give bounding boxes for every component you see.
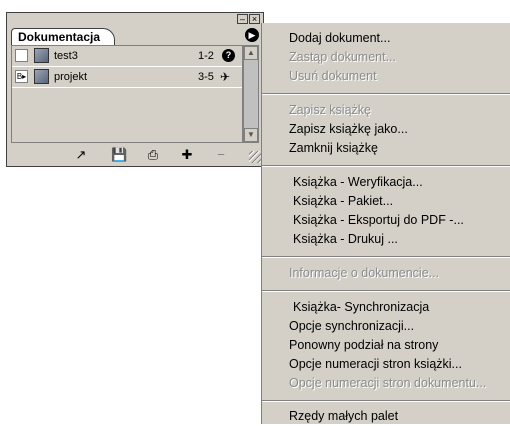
menu-item-replace-document: Zastąp dokument... — [289, 50, 397, 64]
book-palette: – × Dokumentacja ▶ test3 1-2 ? B▸ projek… — [6, 12, 264, 167]
menu-item-print[interactable]: Książka - Drukuj ... — [262, 230, 510, 249]
menu-item-sync-options[interactable]: Opcje synchronizacji... — [262, 317, 510, 336]
scroll-up-icon[interactable]: ▲ — [244, 46, 258, 60]
page-range: 1-2 — [198, 50, 214, 62]
palette-toolbar: ↗ 💾 ⎙ ✚ − — [7, 145, 263, 165]
menu-item-book-page-numbering[interactable]: Opcje numeracji stron książki... — [262, 355, 510, 374]
menu-item-document-info: Informacje o dokumencie... — [289, 266, 440, 280]
menu-item-repaginate[interactable]: Ponowny podział na strony — [262, 336, 510, 355]
menu-separator — [262, 256, 510, 258]
menu-item-save-book-as[interactable]: Zapisz książkę jako... — [262, 120, 510, 139]
book-source-icon: ✈ — [220, 70, 231, 84]
menu-item-package[interactable]: Książka - Pakiet... — [262, 192, 510, 211]
palette-menu-icon[interactable]: ▶ — [245, 28, 259, 42]
document-name: projekt — [54, 71, 88, 83]
document-icon — [34, 69, 49, 84]
menu-item-save-book: Zapisz książkę — [289, 103, 371, 117]
remove-document-icon[interactable]: − — [213, 147, 229, 163]
missing-icon: ? — [222, 49, 235, 62]
palette-context-menu: Dodaj dokument... Zastąp dokument... Usu… — [261, 23, 510, 424]
add-document-icon[interactable]: ✚ — [179, 147, 195, 163]
close-icon[interactable]: × — [249, 14, 260, 24]
resize-grip[interactable] — [249, 151, 261, 163]
menu-separator — [262, 290, 510, 292]
tab-dokumentacja[interactable]: Dokumentacja — [11, 28, 116, 46]
menu-item-add-document[interactable]: Dodaj dokument... — [262, 29, 510, 48]
list-item[interactable]: test3 1-2 ? — [12, 46, 242, 67]
print-book-icon[interactable]: ⎙ — [145, 147, 161, 163]
list-item[interactable]: B▸ projekt 3-5 ✈ — [12, 67, 242, 88]
document-name: test3 — [54, 50, 78, 62]
menu-separator — [262, 93, 510, 95]
menu-item-preflight[interactable]: Książka - Weryfikacja... — [262, 173, 510, 192]
minimize-icon[interactable]: – — [237, 14, 248, 24]
document-list: test3 1-2 ? B▸ projekt 3-5 ✈ — [11, 45, 243, 143]
document-icon — [34, 48, 49, 63]
synchronize-icon[interactable]: ↗ — [73, 147, 89, 163]
palette-titlebar: – × — [7, 13, 263, 26]
menu-item-remove-document: Usuń dokument — [289, 69, 377, 83]
scroll-down-icon[interactable]: ▼ — [244, 128, 258, 142]
menu-separator — [262, 400, 510, 402]
save-book-icon[interactable]: 💾 — [111, 147, 127, 163]
menu-item-export-pdf[interactable]: Książka - Eksportuj do PDF -... — [262, 211, 510, 230]
menu-item-small-palette-rows[interactable]: Rzędy małych palet — [262, 407, 510, 426]
menu-item-close-book[interactable]: Zamknij książkę — [262, 139, 510, 158]
menu-item-synchronize[interactable]: Książka- Synchronizacja — [262, 298, 510, 317]
menu-item-document-page-numbering: Opcje numeracji stron dokumentu... — [289, 376, 487, 390]
page-range-checkbox[interactable] — [15, 49, 28, 62]
menu-separator — [262, 165, 510, 167]
style-source-icon[interactable]: B▸ — [15, 70, 28, 83]
list-scrollbar[interactable]: ▲ ▼ — [243, 45, 259, 143]
page-range: 3-5 — [198, 71, 214, 83]
